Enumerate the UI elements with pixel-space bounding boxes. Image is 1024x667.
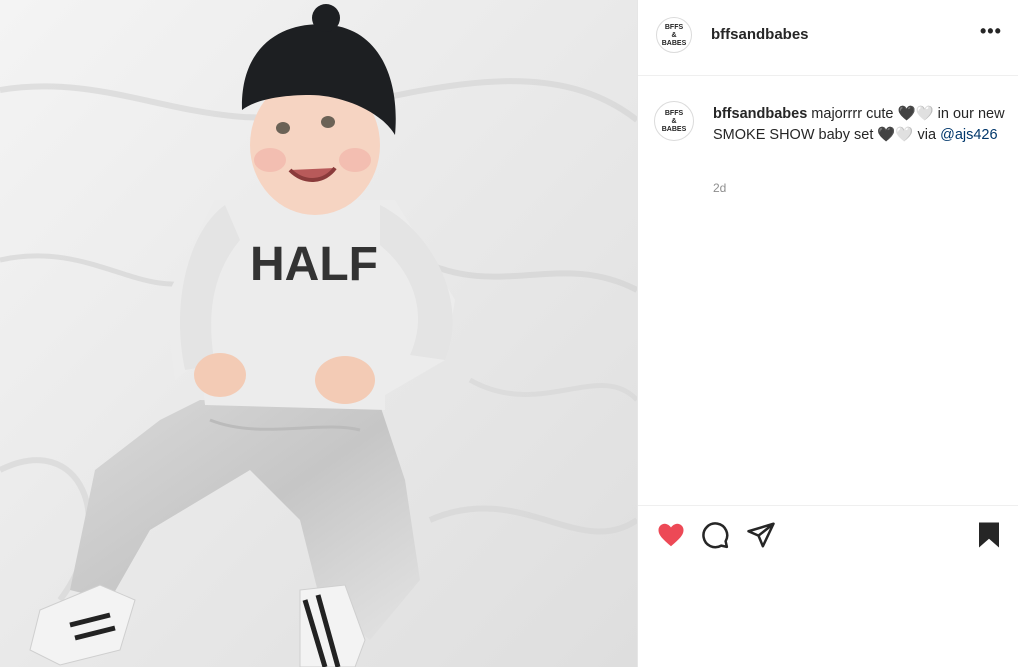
svg-text:BFFS: BFFS [665,24,684,31]
caption-mention-link[interactable]: @ajs426 [940,127,997,143]
post-author-username[interactable]: bffsandbabes [711,26,809,43]
comment-icon [702,522,729,549]
svg-text:BFFS: BFFS [665,110,684,117]
comment-button[interactable] [700,520,730,550]
post-photo[interactable]: HALF [0,0,637,667]
svg-text:BABES: BABES [662,126,687,133]
svg-text:BABES: BABES [662,40,687,47]
share-button[interactable] [746,520,776,550]
share-icon [747,522,775,548]
post-details-panel: BFFS & BABES bffsandbabes ••• BFFS & BAB… [637,0,1024,667]
baby-photo-illustration: HALF [0,0,637,667]
save-button[interactable] [974,520,1004,550]
caption-avatar[interactable]: BFFS & BABES [654,101,694,141]
post-timestamp[interactable]: 2d [713,181,726,195]
caption-username[interactable]: bffsandbabes [713,106,807,122]
caption-text: bffsandbabes majorrrr cute 🖤🤍 in our new… [713,104,1013,146]
action-bar [638,505,1018,565]
like-button[interactable] [656,520,686,550]
svg-text:&: & [671,32,676,39]
svg-text:&: & [671,118,676,125]
post-header: BFFS & BABES bffsandbabes ••• [638,0,1018,76]
brand-logo-icon: BFFS & BABES [662,110,687,133]
avatar[interactable]: BFFS & BABES [656,17,692,53]
heart-icon [658,523,684,547]
bookmark-icon [979,522,999,548]
more-options-button[interactable]: ••• [980,21,1002,42]
svg-text:HALF: HALF [250,238,378,291]
brand-logo-icon: BFFS & BABES [662,24,687,47]
